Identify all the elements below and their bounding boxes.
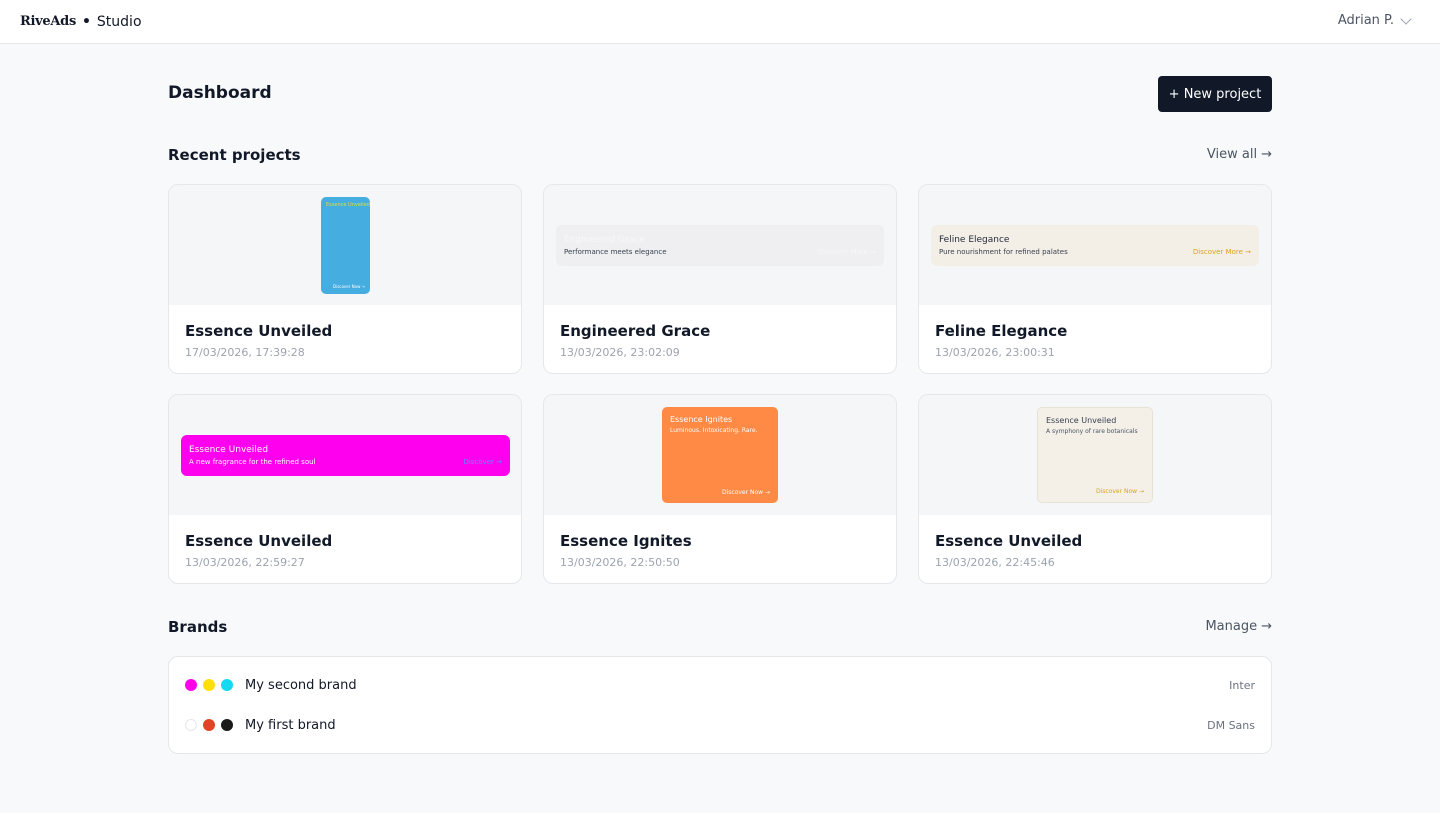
brand-name: My second brand (245, 677, 357, 693)
project-preview: Engineered Grace Performance meets elega… (544, 185, 896, 305)
project-title: Essence Unveiled (185, 322, 333, 340)
brands-list: My second brand Inter My first brand DM … (168, 656, 1272, 754)
ad-preview-banner: Feline Elegance Pure nourishment for ref… (931, 225, 1259, 266)
logo-product: Studio (96, 14, 142, 30)
ad-subline: Pure nourishment for refined palates (939, 248, 1068, 256)
ad-cta: Discover More → (817, 248, 876, 256)
project-card-essence-unveiled-1[interactable]: Essence Unveiled Discover Now → Essence … (168, 184, 522, 374)
top-bar: RiveAds • Studio Adrian P. (0, 0, 1440, 44)
ad-preview-square: Essence Unveiled A symphony of rare bota… (1037, 407, 1153, 503)
ad-subline: A symphony of rare botanicals (1046, 428, 1138, 435)
project-title: Essence Ignites (560, 532, 692, 550)
ad-headline: Essence Unveiled (189, 445, 269, 455)
arrow-right-icon: → (1261, 147, 1272, 162)
logo-brand: RiveAds (20, 14, 76, 29)
project-title: Essence Unveiled (935, 532, 1083, 550)
project-card-essence-unveiled-3[interactable]: Essence Unveiled A symphony of rare bota… (918, 394, 1272, 584)
ad-headline: Feline Elegance (939, 235, 1010, 245)
project-date: 13/03/2026, 22:50:50 (560, 556, 680, 569)
project-preview: Essence Unveiled A symphony of rare bota… (919, 395, 1271, 515)
brand-color-swatch (185, 719, 197, 731)
project-card-essence-ignites[interactable]: Essence Ignites Luminous. Intoxicating. … (543, 394, 897, 584)
project-preview: Essence Unveiled A new fragrance for the… (169, 395, 521, 515)
ad-cta: Discover → (463, 458, 502, 466)
ad-cta: Discover Now → (722, 489, 770, 496)
brand-row-my-first-brand[interactable]: My first brand DM Sans (185, 713, 1255, 737)
project-card-engineered-grace[interactable]: Engineered Grace Performance meets elega… (543, 184, 897, 374)
project-date: 13/03/2026, 23:02:09 (560, 346, 680, 359)
project-title: Engineered Grace (560, 322, 711, 340)
manage-label: Manage (1205, 619, 1258, 634)
brand-font: DM Sans (1207, 718, 1255, 732)
ad-subline: Performance meets elegance (564, 248, 667, 256)
ad-preview-banner: Essence Unveiled A new fragrance for the… (181, 435, 510, 476)
ad-cta: Discover Now → (333, 284, 365, 289)
user-name: Adrian P. (1337, 13, 1394, 28)
brand-name: My first brand (245, 717, 336, 733)
project-preview: Essence Ignites Luminous. Intoxicating. … (544, 395, 896, 515)
ad-cta: Discover Now → (1096, 488, 1144, 495)
brand-color-swatch (185, 679, 197, 691)
brand-row-my-second-brand[interactable]: My second brand Inter (185, 673, 1255, 697)
brand-color-swatch (221, 719, 233, 731)
logo-separator: • (81, 14, 91, 30)
ad-headline: Essence Unveiled (1046, 416, 1117, 425)
project-preview: Feline Elegance Pure nourishment for ref… (919, 185, 1271, 305)
ad-preview-square: Essence Ignites Luminous. Intoxicating. … (662, 407, 778, 503)
arrow-right-icon: → (1261, 619, 1272, 634)
project-date: 13/03/2026, 22:59:27 (185, 556, 305, 569)
recent-projects-heading: Recent projects (168, 146, 301, 164)
ad-headline: Engineered Grace (564, 235, 645, 245)
project-date: 13/03/2026, 23:00:31 (935, 346, 1055, 359)
project-date: 17/03/2026, 17:39:28 (185, 346, 305, 359)
project-card-feline-elegance[interactable]: Feline Elegance Pure nourishment for ref… (918, 184, 1272, 374)
ad-preview-portrait: Essence Unveiled Discover Now → (321, 197, 370, 294)
new-project-button[interactable]: + New project (1158, 76, 1272, 112)
project-title: Essence Unveiled (185, 532, 333, 550)
manage-brands-link[interactable]: Manage → (1205, 619, 1272, 634)
ad-subline: A new fragrance for the refined soul (189, 458, 316, 466)
project-title: Feline Elegance (935, 322, 1068, 340)
brand-color-swatch (203, 719, 215, 731)
chevron-down-icon (1400, 12, 1412, 25)
project-preview: Essence Unveiled Discover Now → (169, 185, 521, 305)
app-logo[interactable]: RiveAds • Studio (20, 13, 142, 31)
view-all-link[interactable]: View all → (1207, 147, 1272, 162)
ad-headline: Essence Ignites (670, 415, 733, 424)
user-menu[interactable]: Adrian P. (1337, 12, 1412, 28)
ad-preview-banner: Engineered Grace Performance meets elega… (556, 225, 884, 266)
project-date: 13/03/2026, 22:45:46 (935, 556, 1055, 569)
brand-color-swatch (203, 679, 215, 691)
view-all-label: View all (1206, 147, 1258, 162)
brand-font: Inter (1229, 678, 1255, 692)
ad-headline: Essence Unveiled (326, 202, 370, 208)
brands-heading: Brands (168, 618, 228, 636)
ad-subline: Luminous. Intoxicating. Rare. (670, 427, 758, 434)
project-card-essence-unveiled-2[interactable]: Essence Unveiled A new fragrance for the… (168, 394, 522, 584)
brand-color-swatch (221, 679, 233, 691)
page-title: Dashboard (168, 83, 272, 103)
ad-cta: Discover More → (1192, 248, 1251, 256)
